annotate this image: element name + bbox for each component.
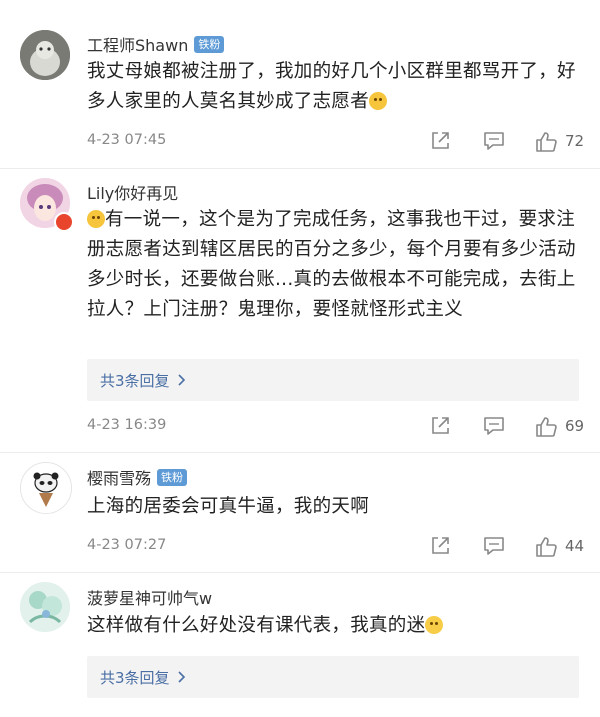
replies-label: 共3条回复 bbox=[100, 668, 170, 687]
comment-meta: 4-23 16:39 69 bbox=[87, 415, 587, 439]
replies-label: 共3条回复 bbox=[100, 371, 170, 390]
comment-header: 菠萝星神可帅气w bbox=[87, 585, 212, 609]
thumbs-up-icon[interactable] bbox=[534, 415, 558, 439]
comment-text-body: 有一说一，这个是为了完成任务，这事我也干过，要求注册志愿者达到辖区居民的百分之多… bbox=[87, 209, 576, 320]
avatar[interactable] bbox=[20, 582, 70, 632]
comment-text: 我丈母娘都被注册了，我加的好几个小区群里都骂开了，好多人家里的人莫名其妙成了志愿… bbox=[87, 57, 577, 117]
divider bbox=[0, 572, 600, 573]
comment-text-body: 这样做有什么好处没有课代表，我真的迷 bbox=[87, 615, 426, 636]
username[interactable]: 菠萝星神可帅气w bbox=[87, 585, 212, 609]
username[interactable]: 工程师Shawn bbox=[87, 32, 188, 56]
timestamp: 4-23 07:45 bbox=[87, 132, 167, 148]
timestamp: 4-23 16:39 bbox=[87, 417, 167, 433]
comment-text-body: 我丈母娘都被注册了，我加的好几个小区群里都骂开了，好多人家里的人莫名其妙成了志愿… bbox=[87, 61, 576, 112]
divider bbox=[0, 168, 600, 169]
comment-text: 上海的居委会可真牛逼，我的天啊 bbox=[87, 492, 577, 522]
thumbs-up-icon[interactable] bbox=[534, 535, 558, 559]
like-count: 72 bbox=[565, 132, 585, 150]
comment-header: Lily你好再见 bbox=[87, 180, 178, 204]
fan-badge: 铁粉 bbox=[157, 468, 188, 486]
comment-meta: 4-23 07:27 44 bbox=[87, 535, 587, 559]
comment-icon[interactable] bbox=[482, 415, 506, 439]
comment-header: 樱雨雪殇 铁粉 bbox=[87, 465, 188, 489]
thumbs-up-icon[interactable] bbox=[534, 130, 558, 154]
comment-icon[interactable] bbox=[482, 535, 506, 559]
avatar[interactable] bbox=[20, 462, 72, 514]
avatar[interactable] bbox=[20, 30, 70, 80]
like-count: 69 bbox=[565, 417, 585, 435]
share-icon[interactable] bbox=[429, 130, 453, 154]
timestamp: 4-23 07:27 bbox=[87, 537, 167, 553]
share-icon[interactable] bbox=[429, 535, 453, 559]
fan-badge: 铁粉 bbox=[194, 35, 225, 53]
comment-header: 工程师Shawn 铁粉 bbox=[87, 32, 225, 56]
chevron-right-icon bbox=[177, 374, 186, 386]
laughing-crying-emoji-icon bbox=[87, 210, 105, 228]
divider bbox=[0, 452, 600, 453]
replies-button[interactable]: 共3条回复 bbox=[87, 656, 579, 698]
replies-button[interactable]: 共3条回复 bbox=[87, 359, 579, 401]
crying-emoji-icon bbox=[425, 616, 444, 634]
chevron-right-icon bbox=[177, 671, 186, 683]
laughing-crying-emoji-icon bbox=[369, 92, 388, 110]
share-icon[interactable] bbox=[429, 415, 453, 439]
username[interactable]: Lily你好再见 bbox=[87, 180, 178, 204]
comment-icon[interactable] bbox=[482, 130, 506, 154]
comment-meta: 4-23 07:45 72 bbox=[87, 130, 587, 154]
comment-text: 这样做有什么好处没有课代表，我真的迷 bbox=[87, 611, 577, 641]
verified-badge-icon bbox=[54, 212, 74, 232]
username[interactable]: 樱雨雪殇 bbox=[87, 465, 151, 489]
comment-text: 有一说一，这个是为了完成任务，这事我也干过，要求注册志愿者达到辖区居民的百分之多… bbox=[87, 205, 577, 325]
like-count: 44 bbox=[565, 537, 585, 555]
comment-text-body: 上海的居委会可真牛逼，我的天啊 bbox=[87, 496, 370, 517]
